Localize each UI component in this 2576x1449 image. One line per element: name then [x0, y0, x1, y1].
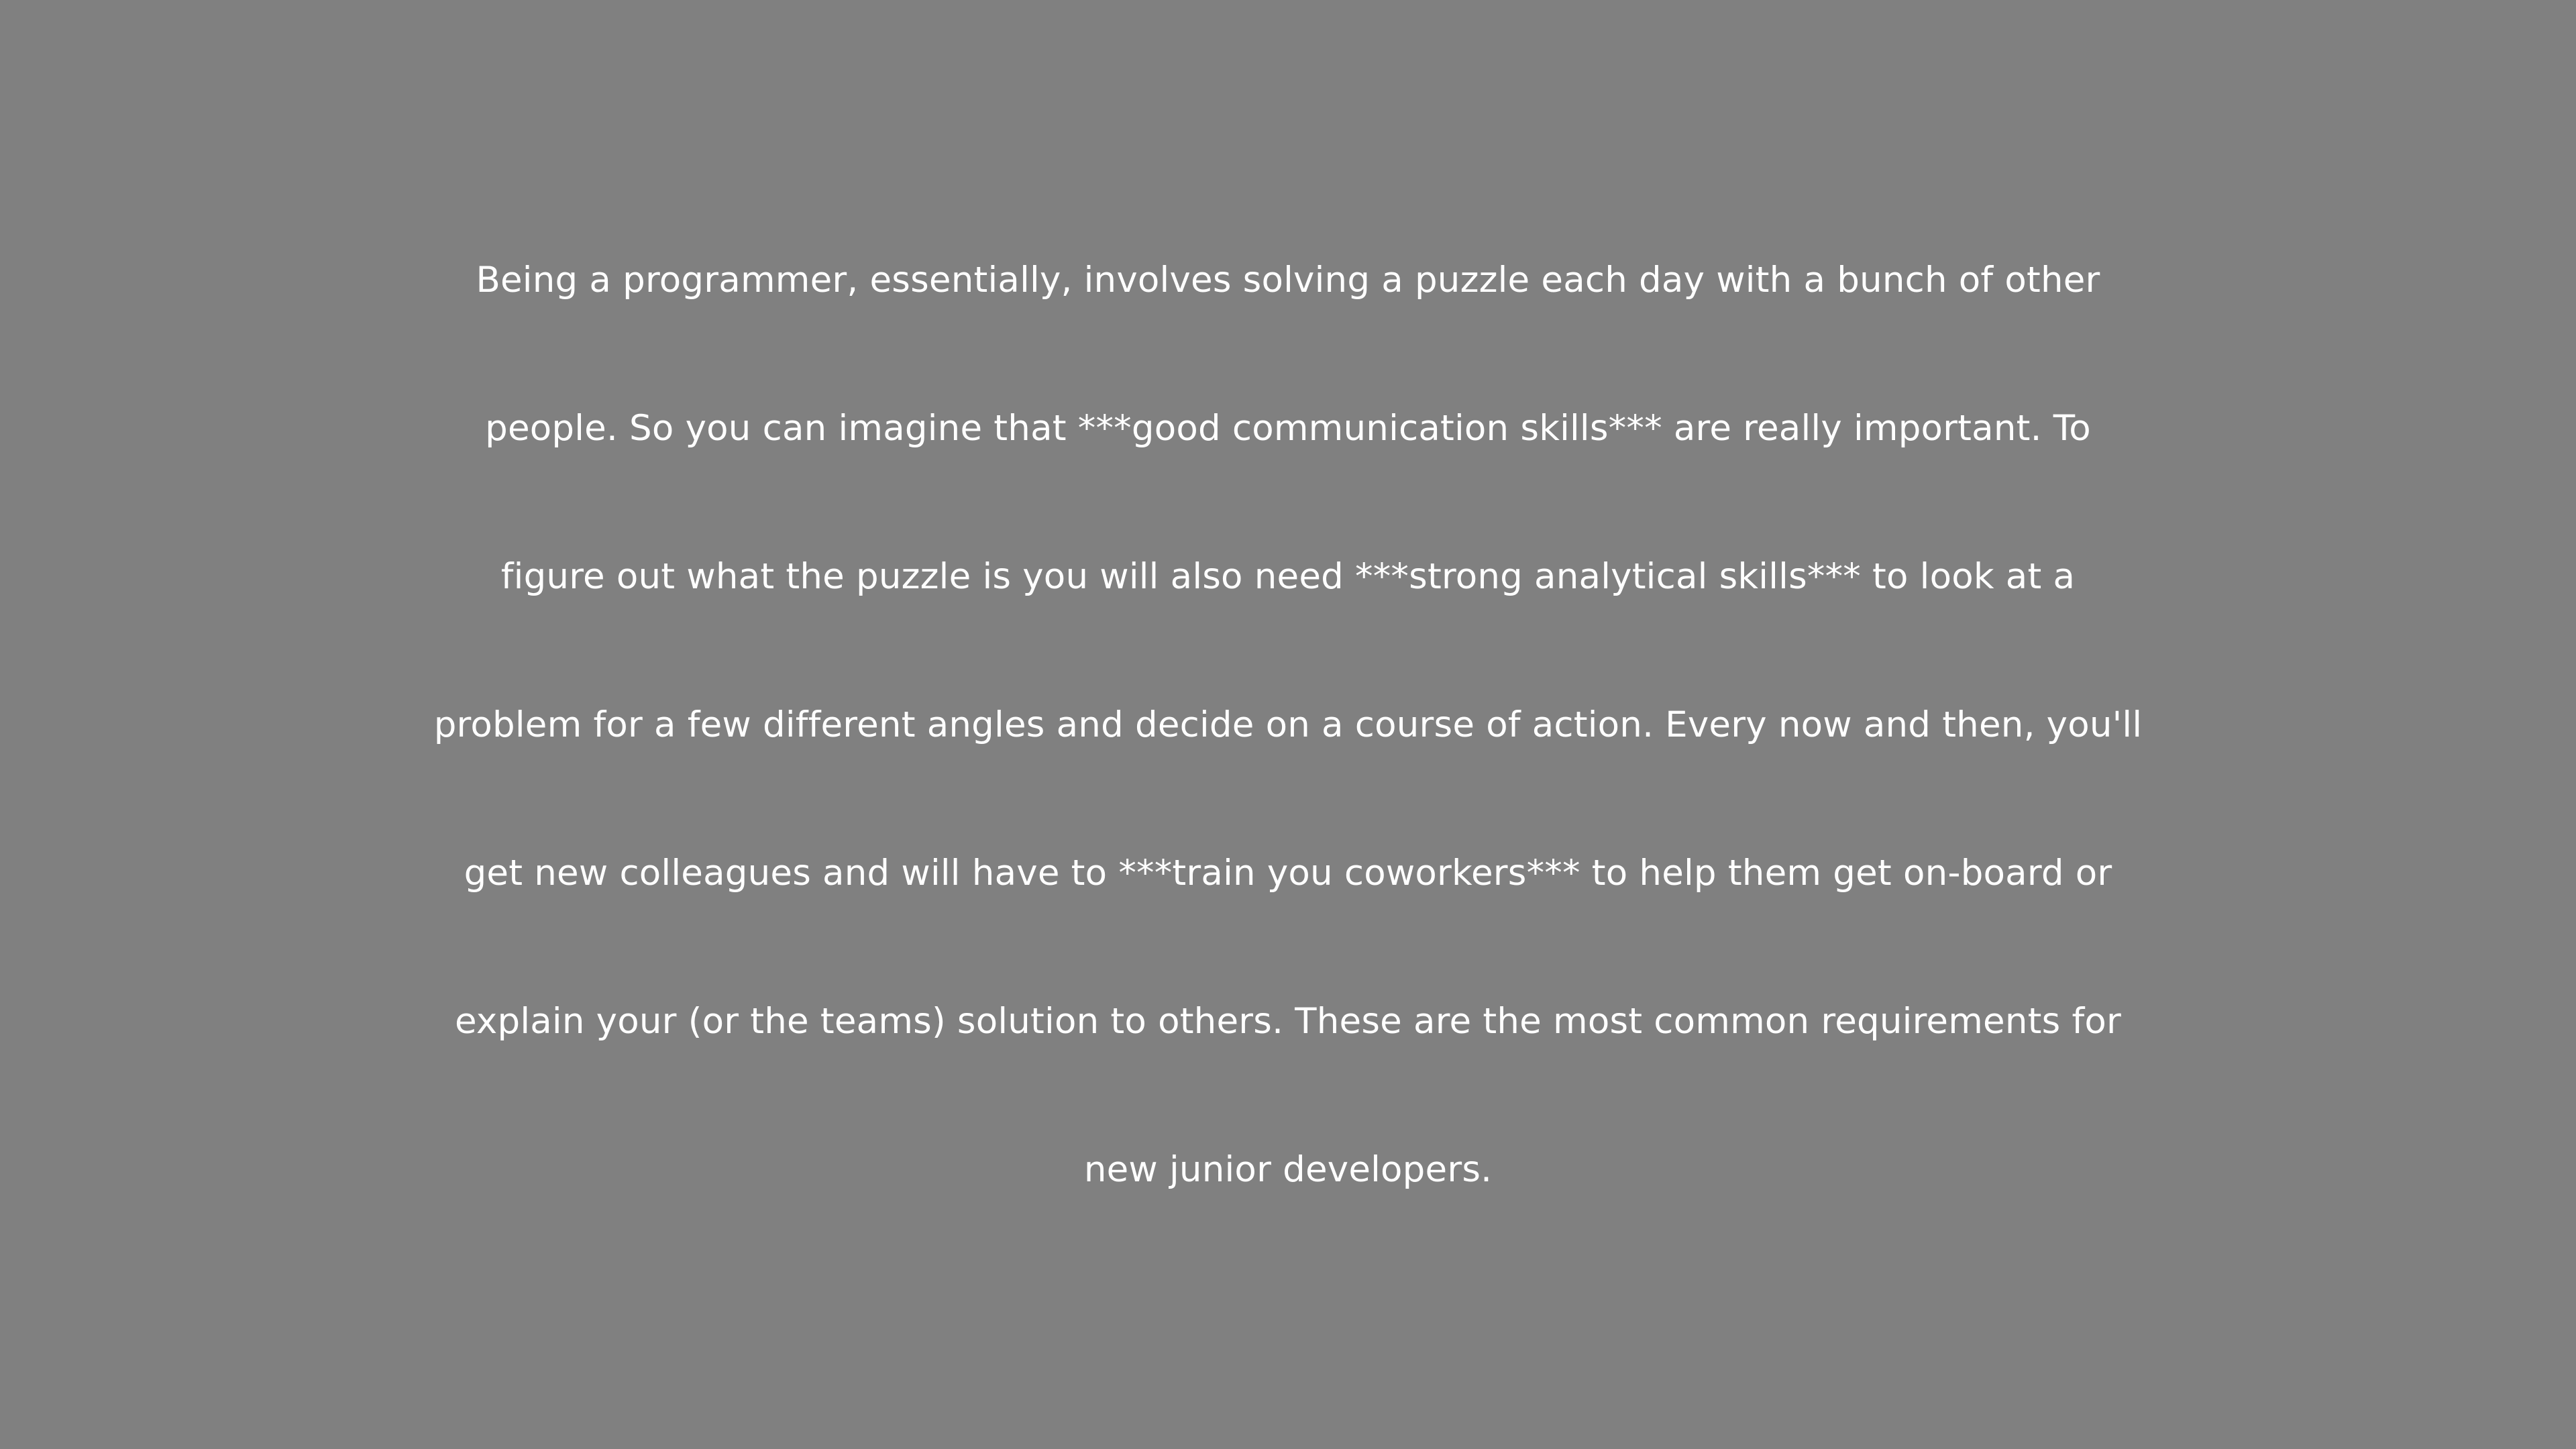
paragraph: Being a programmer, essentially, involve… — [0, 0, 2576, 1449]
paragraph-line: Being a programmer, essentially, involve… — [476, 260, 2100, 301]
paragraph-line: problem for a few different angles and d… — [433, 704, 2143, 745]
paragraph-line: explain your (or the teams) solution to … — [455, 1001, 2121, 1042]
paragraph-line: people. So you can imagine that ***good … — [485, 408, 2091, 449]
paragraph-line: figure out what the puzzle is you will a… — [500, 556, 2076, 597]
paragraph-line: new junior developers. — [1083, 1149, 1493, 1190]
paragraph-line: get new colleagues and will have to ***t… — [464, 853, 2112, 894]
